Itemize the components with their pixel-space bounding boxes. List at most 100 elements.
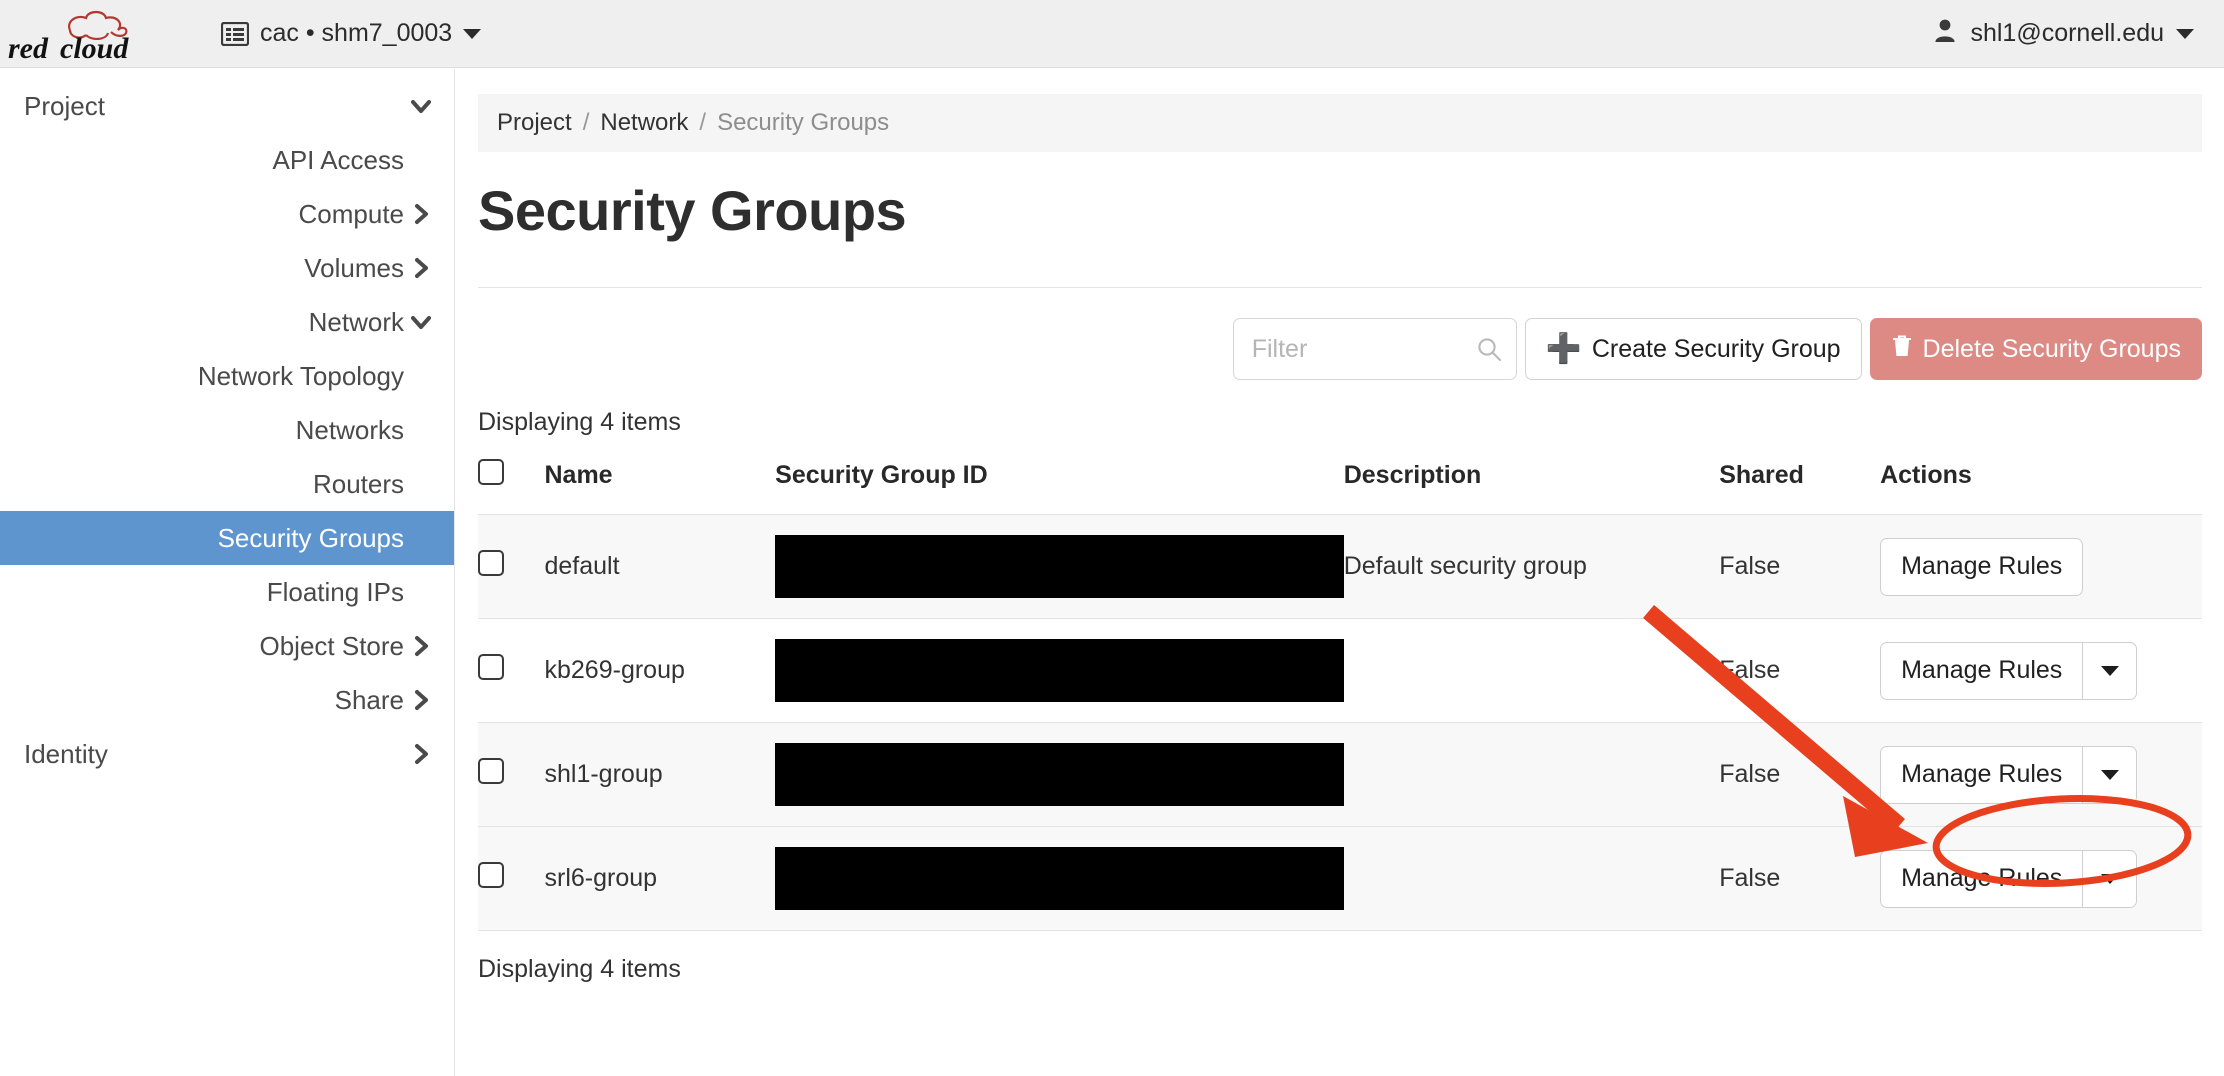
chevron-right-icon (410, 689, 432, 711)
manage-rules-dropdown-toggle[interactable] (2083, 745, 2138, 804)
chevron-right-icon (410, 203, 432, 225)
sidebar-item-label: Object Store (259, 630, 404, 661)
column-header-actions: Actions (1880, 459, 2202, 515)
items-count-bottom: Displaying 4 items (478, 955, 681, 983)
chevron-down-icon (463, 28, 482, 39)
sidebar-item-networks[interactable]: Networks (0, 403, 454, 457)
cell-actions: Manage Rules (1880, 722, 2202, 827)
sidebar-item-project[interactable]: Project (0, 79, 454, 133)
manage-rules-dropdown-toggle[interactable] (2083, 641, 2138, 700)
project-context-label: cac • shm7_0003 (260, 19, 453, 47)
column-header-security-group-id[interactable]: Security Group ID (775, 459, 1344, 515)
sidebar-item-label: Project (24, 90, 105, 121)
table-row: shl1-group False Manage Rules (478, 722, 2202, 827)
cell-name: kb269-group (544, 618, 776, 723)
table-row: kb269-group False Manage Rules (478, 618, 2202, 723)
sidebar-navigation: Project API Access Compute Volumes Network Ne… (0, 69, 455, 1076)
caret-down-icon (2100, 873, 2119, 884)
cell-description: Default security group (1343, 514, 1720, 619)
sidebar-item-label: Network Topology (197, 360, 404, 391)
sidebar-item-floating-ips[interactable]: Floating IPs (0, 565, 454, 619)
manage-rules-button[interactable]: Manage Rules (1880, 849, 2084, 908)
breadcrumb-item-security-groups: Security Groups (717, 109, 890, 136)
search-input[interactable] (1233, 334, 1516, 364)
search-icon[interactable] (1476, 336, 1502, 362)
chevron-right-icon (410, 635, 432, 657)
redacted-security-group-id (775, 535, 1344, 598)
security-groups-page: red cloud cac • shm7_0003 shl1@cornell.e… (0, 0, 2224, 1076)
sidebar-item-label: Routers (312, 468, 404, 499)
manage-rules-button[interactable]: Manage Rules (1880, 537, 2084, 596)
manage-rules-split-button: Manage Rules (1880, 849, 2138, 908)
sidebar-item-share[interactable]: Share (0, 673, 454, 727)
cell-security-group-id (775, 618, 1344, 723)
table-row: srl6-group False Manage Rules (478, 826, 2202, 931)
cell-shared: False (1719, 826, 1881, 931)
breadcrumb-separator: / (582, 109, 590, 136)
sidebar-item-label: Volumes (304, 252, 404, 283)
redacted-security-group-id (775, 743, 1344, 806)
cell-shared: False (1719, 722, 1881, 827)
caret-down-icon (2100, 665, 2119, 676)
row-checkbox[interactable] (478, 654, 504, 680)
cell-shared: False (1719, 618, 1881, 723)
cell-description (1343, 618, 1720, 723)
row-select-cell (478, 618, 545, 723)
select-all-checkbox[interactable] (478, 459, 504, 485)
breadcrumb: Project / Network / Security Groups (478, 94, 2202, 152)
items-count-top: Displaying 4 items (478, 408, 681, 436)
user-email-label: shl1@cornell.edu (1970, 19, 2164, 47)
sidebar-item-label: Network (308, 306, 404, 337)
create-security-group-label: Create Security Group (1591, 334, 1841, 363)
cell-actions: Manage Rules (1880, 618, 2202, 723)
sidebar-item-compute[interactable]: Compute (0, 187, 454, 241)
table-row: default Default security group False Manage… (478, 514, 2202, 619)
column-header-name[interactable]: Name (544, 459, 776, 515)
cell-shared: False (1719, 514, 1881, 619)
cell-description (1343, 722, 1720, 827)
sidebar-item-security-groups[interactable]: Security Groups (0, 511, 454, 565)
sidebar-item-label: Share (334, 684, 404, 715)
sidebar-item-object-store[interactable]: Object Store (0, 619, 454, 673)
row-checkbox[interactable] (478, 758, 504, 784)
sidebar-item-label: Compute (298, 198, 405, 229)
redacted-security-group-id (775, 639, 1344, 702)
column-header-description[interactable]: Description (1343, 459, 1720, 515)
red-cloud-logo[interactable]: red cloud (0, 0, 175, 68)
sidebar-item-label: Identity (24, 738, 108, 769)
sidebar-item-api-access[interactable]: API Access (0, 133, 454, 187)
chevron-down-icon (410, 311, 432, 333)
sidebar-item-network[interactable]: Network (0, 295, 454, 349)
row-checkbox[interactable] (478, 550, 504, 576)
row-select-cell (478, 722, 545, 827)
table-header-row: Name Security Group ID Description Share… (478, 459, 2202, 515)
manage-rules-button[interactable]: Manage Rules (1880, 745, 2084, 804)
manage-rules-button[interactable]: Manage Rules (1880, 641, 2084, 700)
project-context-switcher[interactable]: cac • shm7_0003 (215, 14, 487, 54)
user-menu[interactable]: shl1@cornell.edu (1932, 17, 2224, 50)
manage-rules-dropdown-toggle[interactable] (2083, 849, 2138, 908)
row-checkbox[interactable] (478, 862, 504, 888)
title-divider (478, 287, 2202, 288)
table-toolbar: ➕ Create Security Group Delete Security … (478, 318, 2202, 380)
top-navigation-bar: red cloud cac • shm7_0003 shl1@cornell.e… (0, 0, 2224, 68)
sidebar-item-label: Floating IPs (266, 576, 404, 607)
cell-actions: Manage Rules (1880, 514, 2202, 619)
cell-security-group-id (775, 514, 1344, 619)
column-header-shared[interactable]: Shared (1719, 459, 1881, 515)
breadcrumb-item-project[interactable]: Project (497, 109, 572, 137)
create-security-group-button[interactable]: ➕ Create Security Group (1524, 318, 1862, 380)
sidebar-item-routers[interactable]: Routers (0, 457, 454, 511)
cell-description (1343, 826, 1720, 931)
breadcrumb-item-network[interactable]: Network (600, 109, 688, 137)
sidebar-item-identity[interactable]: Identity (0, 727, 454, 781)
user-icon (1932, 17, 1958, 50)
cell-name: srl6-group (544, 826, 776, 931)
caret-down-icon (2100, 769, 2119, 780)
sidebar-item-network-topology[interactable]: Network Topology (0, 349, 454, 403)
delete-security-groups-button[interactable]: Delete Security Groups (1869, 318, 2202, 380)
sidebar-item-label: API Access (272, 144, 405, 175)
cell-name: shl1-group (544, 722, 776, 827)
manage-rules-split-button: Manage Rules (1880, 537, 2084, 596)
sidebar-item-volumes[interactable]: Volumes (0, 241, 454, 295)
